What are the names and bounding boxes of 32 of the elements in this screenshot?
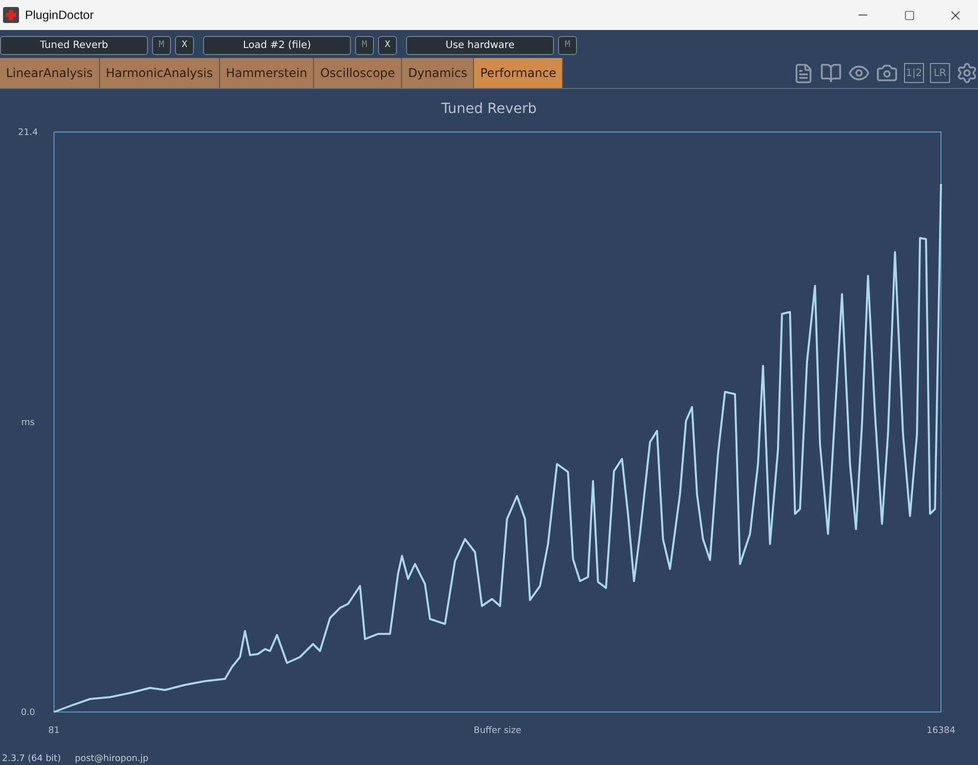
analysis-tab[interactable]: LinearAnalysis bbox=[0, 58, 100, 88]
y-tick-label: 21.4 bbox=[18, 128, 38, 138]
contact-email: post@hiropon.jp bbox=[74, 754, 148, 764]
plugin-slot-button[interactable]: Tuned Reverb bbox=[0, 36, 148, 54]
channel-mode-button[interactable]: LR bbox=[930, 63, 950, 83]
camera-icon[interactable] bbox=[876, 62, 898, 84]
plugin-slot-button[interactable]: Load #2 (file) bbox=[203, 36, 351, 54]
analysis-tab[interactable]: Performance bbox=[474, 58, 564, 88]
maximize-icon[interactable] bbox=[904, 10, 914, 20]
analysis-tab[interactable]: HarmonicAnalysis bbox=[100, 58, 220, 88]
window-title: PluginDoctor bbox=[25, 8, 95, 22]
slot-toggle-button[interactable]: M bbox=[152, 36, 171, 54]
y-axis-label: ms bbox=[21, 418, 35, 428]
channel-mode-button[interactable]: 1|2 bbox=[904, 63, 924, 83]
analysis-tab[interactable]: Hammerstein bbox=[220, 58, 314, 88]
x-axis-label: Buffer size bbox=[474, 726, 522, 736]
y-tick-label: 0.0 bbox=[20, 708, 36, 718]
analysis-tab[interactable]: Oscilloscope bbox=[314, 58, 402, 88]
book-icon[interactable] bbox=[820, 62, 842, 84]
app-logo-icon bbox=[3, 7, 19, 23]
x-tick-label: 16384 bbox=[926, 726, 956, 736]
chart-title: Tuned Reverb bbox=[441, 101, 537, 117]
settings-icon[interactable] bbox=[956, 62, 978, 84]
version-text: 2.3.7 (64 bit) bbox=[2, 754, 61, 764]
plugin-slot-button[interactable]: Use hardware bbox=[406, 36, 554, 54]
slot-toggle-button[interactable]: X bbox=[378, 36, 397, 54]
notes-icon[interactable] bbox=[792, 62, 814, 84]
slot-toggle-button[interactable]: M bbox=[355, 36, 374, 54]
analysis-tab[interactable]: Dynamics bbox=[402, 58, 474, 88]
slot-toggle-button[interactable]: X bbox=[175, 36, 194, 54]
x-tick-label: 81 bbox=[48, 726, 60, 736]
slot-toggle-button[interactable]: M bbox=[558, 36, 577, 54]
